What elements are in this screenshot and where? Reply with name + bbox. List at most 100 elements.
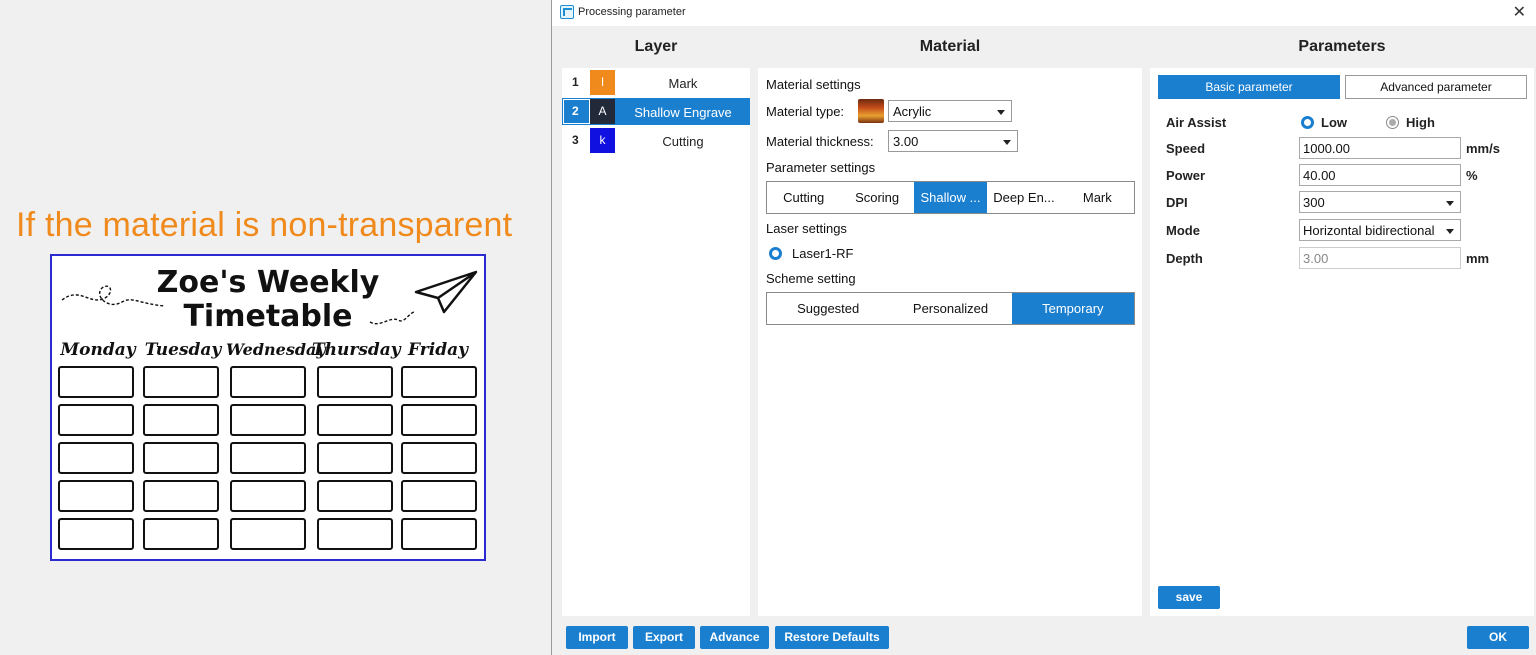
acrylic-material-icon: [858, 99, 884, 123]
layer-name: Cutting: [662, 134, 704, 149]
import-button[interactable]: Import: [566, 626, 628, 649]
timetable-cell: [58, 518, 134, 550]
power-label: Power: [1166, 168, 1206, 183]
save-button[interactable]: save: [1158, 586, 1220, 609]
power-input[interactable]: 40.00: [1299, 164, 1461, 186]
timetable-cell: [143, 442, 219, 474]
material-settings-label: Material settings: [766, 77, 861, 92]
timetable-title: Zoe's Weekly: [156, 265, 380, 300]
day-label: Friday: [408, 340, 468, 360]
day-label: Thursday: [312, 340, 401, 360]
timetable-cell: [230, 366, 306, 398]
timetable-cell: [230, 518, 306, 550]
tab-basic-parameter[interactable]: Basic parameter: [1158, 75, 1340, 99]
laser1-rf-label: Laser1-RF: [792, 246, 854, 261]
mode-value: Horizontal bidirectional: [1303, 223, 1435, 238]
tab-suggested[interactable]: Suggested: [767, 293, 889, 324]
tab-advanced-parameter[interactable]: Advanced parameter: [1345, 75, 1527, 99]
laser-settings-label: Laser settings: [766, 221, 847, 236]
laser1-rf-radio[interactable]: [769, 247, 782, 260]
timetable-cell: [58, 480, 134, 512]
dpi-value: 300: [1303, 195, 1325, 210]
timetable-cell: [317, 518, 393, 550]
tab-mark[interactable]: Mark: [1061, 182, 1134, 213]
ok-button[interactable]: OK: [1467, 626, 1529, 649]
material-thickness-select[interactable]: 3.00: [888, 130, 1018, 152]
layer-number: 3: [572, 133, 579, 147]
parameters-header: Parameters: [1298, 38, 1386, 55]
mode-label: Mode: [1166, 223, 1200, 238]
depth-label: Depth: [1166, 251, 1203, 266]
layer-name: Mark: [668, 76, 698, 91]
layer-header: Layer: [634, 38, 678, 55]
export-button[interactable]: Export: [633, 626, 695, 649]
timetable-cell: [58, 404, 134, 436]
air-assist-high-radio[interactable]: [1386, 116, 1399, 129]
timetable-cell: [317, 366, 393, 398]
restore-defaults-button[interactable]: Restore Defaults: [775, 626, 889, 649]
tab-deep-engrave[interactable]: Deep En...: [987, 182, 1060, 213]
advance-button[interactable]: Advance: [700, 626, 769, 649]
chevron-down-icon: [997, 110, 1005, 115]
chevron-down-icon: [1003, 140, 1011, 145]
day-label: Monday: [60, 340, 136, 360]
timetable-cell: [401, 442, 477, 474]
layer-row-shallow-engrave[interactable]: 2 A Shallow Engrave: [562, 98, 750, 125]
timetable-cell: [143, 518, 219, 550]
speed-input[interactable]: 1000.00: [1299, 137, 1461, 159]
timetable-subtitle: Timetable: [183, 299, 353, 334]
title-bar: Processing parameter ✕: [552, 0, 1536, 26]
timetable-cell: [230, 404, 306, 436]
air-assist-low-label: Low: [1321, 115, 1347, 130]
dpi-label: DPI: [1166, 195, 1188, 210]
close-icon[interactable]: ✕: [1513, 2, 1526, 22]
day-label: Tuesday: [144, 340, 222, 360]
speed-unit: mm/s: [1466, 141, 1500, 156]
material-thickness-label: Material thickness:: [766, 134, 874, 149]
parameter-preset-tabs: Cutting Scoring Shallow ... Deep En... M…: [766, 181, 1135, 214]
dialog-title: Processing parameter: [578, 6, 686, 18]
tab-scoring[interactable]: Scoring: [840, 182, 913, 213]
air-assist-label: Air Assist: [1166, 115, 1227, 130]
tab-personalized[interactable]: Personalized: [889, 293, 1011, 324]
layer-color-swatch: A: [590, 99, 615, 124]
speed-label: Speed: [1166, 141, 1206, 156]
chevron-down-icon: [1446, 201, 1454, 206]
layer-color-swatch: k: [590, 128, 615, 153]
tab-temporary[interactable]: Temporary: [1011, 293, 1134, 324]
timetable-cell: [317, 404, 393, 436]
depth-unit: mm: [1466, 251, 1490, 266]
timetable-cell: [401, 404, 477, 436]
material-header: Material: [919, 38, 981, 55]
day-label: Wednesday: [226, 340, 326, 359]
air-assist-low-radio[interactable]: [1301, 116, 1314, 129]
tab-cutting[interactable]: Cutting: [767, 182, 840, 213]
material-thickness-value: 3.00: [893, 134, 919, 149]
material-type-select[interactable]: Acrylic: [888, 100, 1012, 122]
power-unit: %: [1466, 168, 1478, 183]
timetable-cell: [143, 366, 219, 398]
material-type-value: Acrylic: [893, 104, 932, 119]
tab-shallow-engrave[interactable]: Shallow ...: [913, 182, 988, 213]
layer-row-cutting[interactable]: 3 k Cutting: [562, 127, 750, 154]
chevron-down-icon: [1446, 229, 1454, 234]
mode-select[interactable]: Horizontal bidirectional: [1299, 219, 1461, 241]
dpi-select[interactable]: 300: [1299, 191, 1461, 213]
parameter-settings-label: Parameter settings: [766, 160, 876, 175]
material-type-label: Material type:: [766, 104, 845, 119]
timetable-cell: [317, 480, 393, 512]
timetable-cell: [58, 442, 134, 474]
depth-input: 3.00: [1299, 247, 1461, 269]
timetable-cell: [317, 442, 393, 474]
layer-number: 1: [572, 75, 579, 89]
timetable-cell: [401, 480, 477, 512]
layer-panel: 1 I Mark 2 A Shallow Engrave 3 k Cutting: [562, 68, 750, 616]
timetable-cell: [143, 404, 219, 436]
layer-row-mark[interactable]: 1 I Mark: [562, 69, 750, 96]
timetable-cell: [58, 366, 134, 398]
air-assist-high-label: High: [1406, 115, 1435, 130]
layer-color-swatch: I: [590, 70, 615, 95]
caption-text: If the material is non-transparent: [16, 206, 513, 244]
timetable-preview: Zoe's Weekly Timetable Monday Tuesday We…: [50, 254, 486, 561]
timetable-cell: [230, 480, 306, 512]
